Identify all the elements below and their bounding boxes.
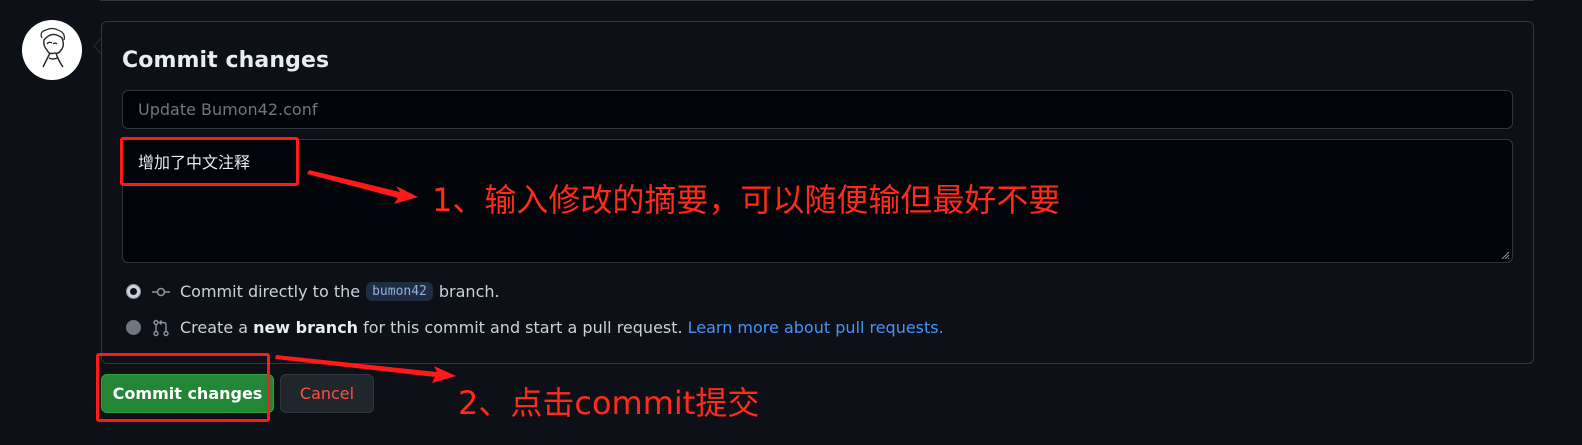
- commit-changes-button[interactable]: Commit changes: [101, 374, 274, 413]
- commit-summary-input[interactable]: [122, 90, 1513, 129]
- description-text: 增加了中文注释: [138, 153, 251, 172]
- panel-title: Commit changes: [122, 48, 330, 73]
- new-branch-bold: new branch: [253, 318, 359, 337]
- annotation-step1: 1、输入修改的摘要，可以随便输但最好不要: [432, 181, 1061, 219]
- avatar-sketch-icon: [40, 27, 65, 68]
- new-branch-prefix: Create a: [180, 318, 249, 337]
- top-divider: [100, 0, 1534, 1]
- avatar[interactable]: [22, 20, 82, 80]
- option-commit-direct[interactable]: Commit directly to the bumon42 branch.: [126, 282, 500, 301]
- option-new-branch[interactable]: Create a new branch for this commit and …: [126, 318, 944, 337]
- git-pull-request-icon: [153, 319, 169, 336]
- new-branch-middle: for this commit and start a pull request…: [363, 318, 683, 337]
- learn-more-link[interactable]: Learn more about pull requests.: [688, 318, 944, 337]
- direct-suffix: branch.: [438, 282, 500, 301]
- radio-new-branch[interactable]: [126, 320, 141, 335]
- cancel-button[interactable]: Cancel: [280, 374, 374, 413]
- radio-commit-direct[interactable]: [126, 284, 141, 299]
- resize-grip-icon[interactable]: [1501, 251, 1510, 260]
- direct-prefix: Commit directly to the: [180, 282, 361, 301]
- git-commit-icon: [152, 287, 170, 296]
- annotation-step2: 2、点击commit提交: [458, 384, 760, 422]
- panel-caret: [93, 38, 101, 54]
- branch-name-badge: bumon42: [366, 282, 433, 301]
